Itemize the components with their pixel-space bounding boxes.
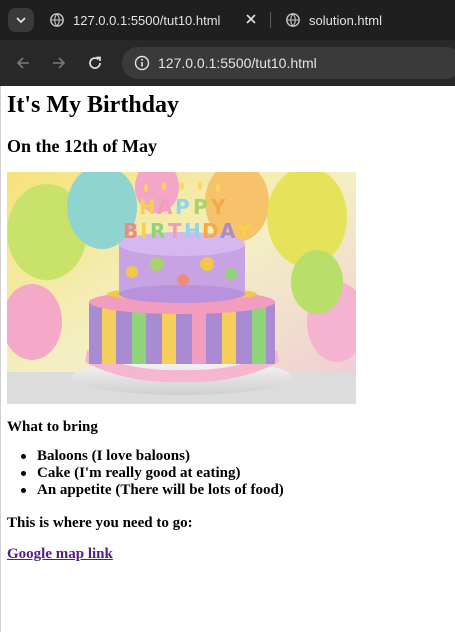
chevron-down-icon	[16, 17, 26, 24]
tab-title: 127.0.0.1:5500/tut10.html	[73, 12, 221, 28]
svg-text:H: H	[139, 195, 156, 219]
google-map-link[interactable]: Google map link	[7, 546, 113, 563]
bullet-icon	[21, 471, 26, 476]
tab-bar: 127.0.0.1:5500/tut10.html solution.html	[0, 0, 455, 40]
address-bar[interactable]: 127.0.0.1:5500/tut10.html	[122, 47, 455, 79]
svg-text:I: I	[140, 219, 147, 243]
what-to-bring-label: What to bring	[7, 419, 98, 435]
browser-chrome: 127.0.0.1:5500/tut10.html solution.html …	[0, 0, 455, 86]
toolbar: 127.0.0.1:5500/tut10.html	[0, 40, 455, 86]
forward-button[interactable]	[49, 53, 69, 73]
list-item: Baloons (I love baloons)	[0, 448, 284, 465]
url-text: 127.0.0.1:5500/tut10.html	[158, 55, 317, 71]
svg-text:D: D	[202, 219, 219, 243]
globe-icon	[50, 13, 64, 27]
back-icon	[16, 57, 29, 69]
close-icon[interactable]	[244, 12, 258, 26]
birthday-cake-image: H A P P Y B I R T H D A Y	[7, 172, 356, 404]
tab-separator	[270, 12, 271, 28]
globe-icon	[286, 13, 300, 27]
list-item: Cake (I'm really good at eating)	[0, 465, 284, 482]
svg-text:A: A	[157, 195, 173, 219]
svg-text:Y: Y	[210, 195, 226, 219]
svg-text:A: A	[220, 219, 236, 243]
window-edge	[0, 86, 1, 632]
page-subtitle: On the 12th of May	[7, 136, 157, 156]
directions-label: This is where you need to go:	[7, 515, 193, 531]
bullet-icon	[21, 454, 26, 459]
reload-icon	[89, 56, 101, 69]
svg-text:T: T	[168, 219, 182, 243]
list-item: An appetite (There will be lots of food)	[0, 482, 284, 499]
svg-text:P: P	[193, 195, 208, 219]
back-button[interactable]	[13, 53, 33, 73]
svg-text:H: H	[184, 219, 201, 243]
svg-text:B: B	[123, 219, 138, 243]
reload-button[interactable]	[85, 53, 105, 73]
bring-list: Baloons (I love baloons) Cake (I'm reall…	[0, 448, 284, 499]
tab-solution[interactable]: solution.html	[276, 0, 455, 40]
page-title: It's My Birthday	[7, 92, 180, 118]
svg-text:Y: Y	[236, 219, 252, 243]
tab-list-button[interactable]	[8, 8, 34, 32]
tab-tut10[interactable]: 127.0.0.1:5500/tut10.html	[40, 0, 268, 40]
forward-icon	[53, 57, 66, 69]
info-icon[interactable]	[134, 55, 150, 71]
bullet-icon	[21, 488, 26, 493]
web-page: It's My Birthday On the 12th of May H A …	[0, 86, 455, 632]
svg-text:R: R	[150, 219, 165, 243]
tab-title: solution.html	[309, 12, 382, 28]
svg-text:P: P	[175, 195, 190, 219]
